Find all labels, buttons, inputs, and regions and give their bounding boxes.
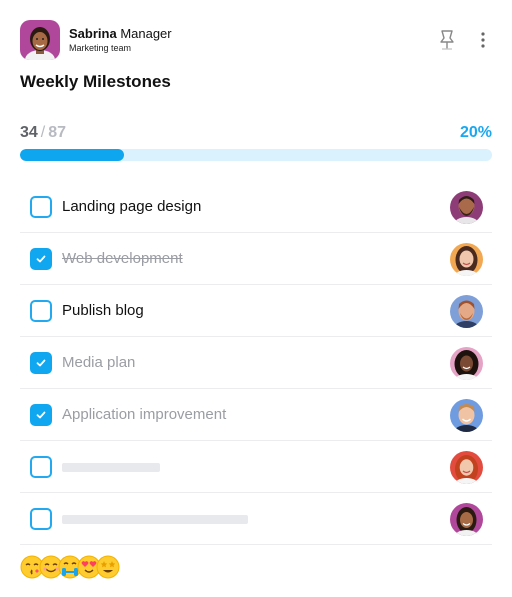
task-row-placeholder [20, 493, 492, 545]
checkmark-icon [36, 359, 46, 367]
task-checkbox-checked[interactable] [30, 404, 52, 426]
task-label: Landing page design [62, 198, 202, 215]
task-row: Application improvement [20, 389, 492, 441]
progress-bar [20, 149, 492, 161]
user-name: Sabrina Manager [69, 26, 172, 41]
checkmark-icon [36, 255, 46, 263]
user-role: Marketing team [69, 43, 132, 53]
task-checkbox[interactable] [30, 196, 52, 218]
user-avatar[interactable] [20, 20, 60, 60]
progress-percent: 20% [459, 124, 492, 141]
woman-redhead-avatar-icon [450, 451, 483, 484]
reaction-bar [20, 555, 120, 579]
man-smiling-avatar-icon [450, 399, 483, 432]
task-checkbox[interactable] [30, 456, 52, 478]
task-checkbox[interactable] [30, 300, 52, 322]
progress-separator: / [40, 124, 46, 141]
star-struck-emoji-icon[interactable] [96, 555, 120, 579]
woman-smiling-avatar-icon [450, 503, 483, 536]
task-checkbox-checked[interactable] [30, 248, 52, 270]
text-placeholder [62, 463, 160, 472]
user-first-name: Sabrina [69, 26, 117, 41]
text-placeholder [62, 515, 248, 524]
pin-icon[interactable] [436, 28, 458, 52]
progress-done: 34 [20, 124, 38, 141]
progress-count: 34/87 [20, 124, 66, 142]
task-label: Publish blog [62, 302, 144, 319]
user-last-name: Manager [120, 26, 172, 41]
card-title: Weekly Milestones [20, 72, 171, 91]
task-label: Media plan [62, 354, 136, 371]
task-list: Landing page design Web development Publ… [20, 181, 492, 545]
task-row: Landing page design [20, 181, 492, 233]
task-row-placeholder [20, 441, 492, 493]
task-checkbox-checked[interactable] [30, 352, 52, 374]
task-checkbox[interactable] [30, 508, 52, 530]
task-label: Web development [62, 250, 183, 267]
task-row: Publish blog [20, 285, 492, 337]
woman-curly-avatar-icon [450, 347, 483, 380]
progress-bar-fill [20, 149, 124, 161]
card-header: Sabrina Manager Marketing team [20, 20, 492, 60]
more-vertical-icon[interactable] [474, 28, 492, 52]
man-avatar-icon [450, 295, 483, 328]
man-beard-avatar-icon [450, 191, 483, 224]
progress-total: 87 [48, 124, 67, 141]
woman-avatar-icon [450, 243, 483, 276]
task-label: Application improvement [62, 406, 227, 423]
checkmark-icon [36, 411, 46, 419]
task-row: Web development [20, 233, 492, 285]
task-row: Media plan [20, 337, 492, 389]
